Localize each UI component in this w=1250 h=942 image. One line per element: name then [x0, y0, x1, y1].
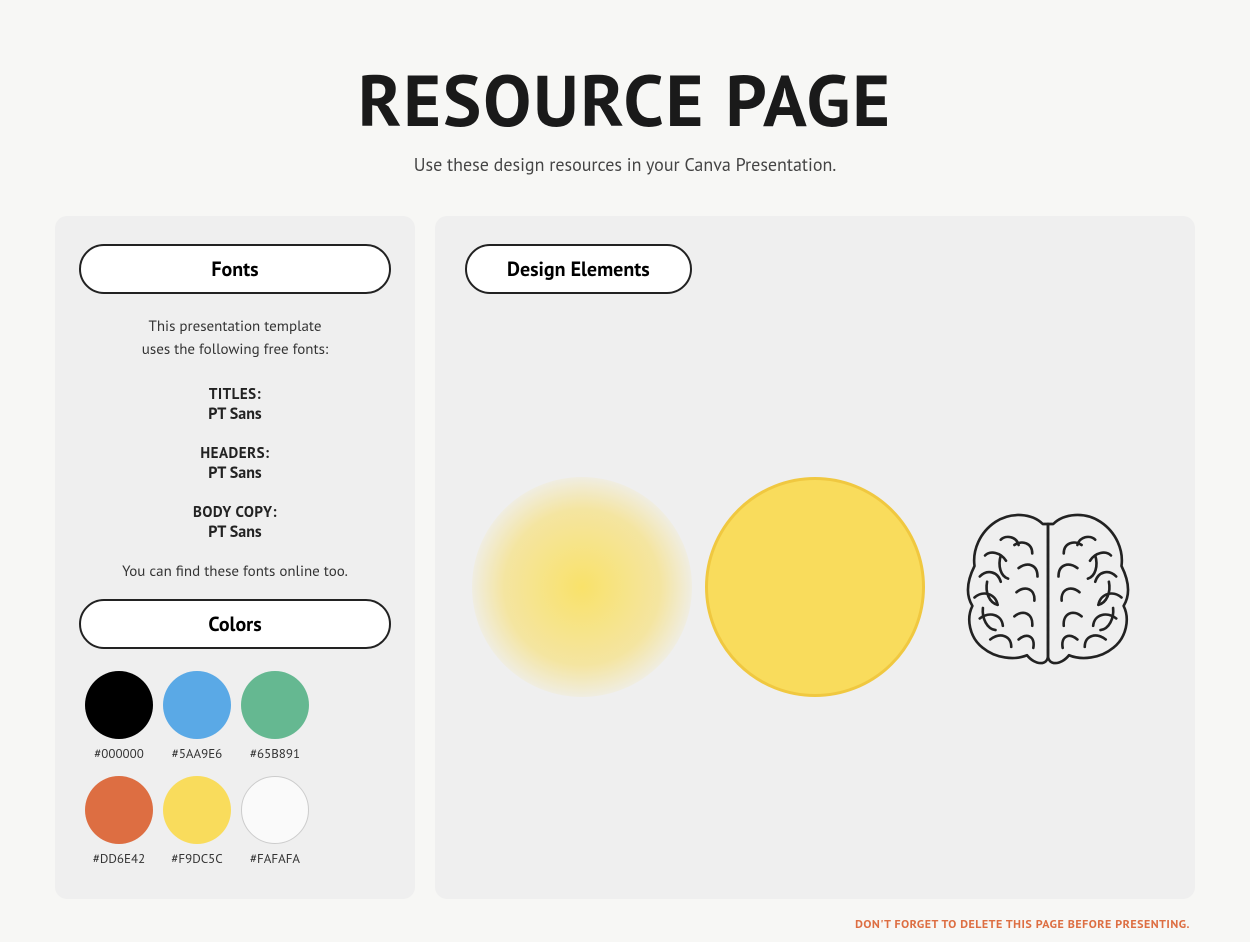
color-circle-orange	[85, 776, 153, 844]
color-item-white: #FAFAFA	[241, 776, 309, 867]
font-entry-titles: TITLES: PT Sans	[79, 385, 391, 424]
color-circle-green	[241, 671, 309, 739]
color-code-green: #65B891	[250, 745, 300, 762]
design-elements-label: Design Elements	[465, 244, 692, 294]
font-entry-headers: HEADERS: PT Sans	[79, 444, 391, 483]
brain-svg	[943, 482, 1153, 692]
font-name-headers: PT Sans	[79, 463, 391, 483]
yellow-circle-element	[705, 477, 925, 697]
font-name-titles: PT Sans	[79, 404, 391, 424]
color-item-black: #000000	[85, 671, 153, 762]
color-circle-blue	[163, 671, 231, 739]
fonts-description: This presentation template uses the foll…	[79, 316, 391, 361]
page-subtitle: Use these design resources in your Canva…	[358, 153, 892, 176]
color-circle-yellow	[163, 776, 231, 844]
font-label-titles: TITLES:	[79, 385, 391, 404]
color-item-orange: #DD6E42	[85, 776, 153, 867]
color-code-yellow: #F9DC5C	[171, 850, 222, 867]
color-circle-black	[85, 671, 153, 739]
design-elements-visual	[465, 314, 1165, 859]
color-code-white: #FAFAFA	[250, 850, 300, 867]
color-code-blue: #5AA9E6	[172, 745, 223, 762]
design-elements-panel: Design Elements	[435, 216, 1195, 899]
footer-note: DON'T FORGET TO DELETE THIS PAGE BEFORE …	[0, 899, 1250, 942]
colors-section-label: Colors	[79, 599, 391, 649]
font-name-body: PT Sans	[79, 522, 391, 542]
page-title: RESOURCE PAGE	[358, 60, 892, 139]
fonts-panel: Fonts This presentation template uses th…	[55, 216, 415, 899]
font-entry-body: BODY COPY: PT Sans	[79, 503, 391, 542]
page-header: RESOURCE PAGE Use these design resources…	[358, 60, 892, 176]
colors-grid: #000000 #5AA9E6 #65B891 #DD6E42 #F9DC5C …	[79, 671, 391, 867]
content-row: Fonts This presentation template uses th…	[55, 216, 1195, 899]
font-label-headers: HEADERS:	[79, 444, 391, 463]
color-item-yellow: #F9DC5C	[163, 776, 231, 867]
font-label-body: BODY COPY:	[79, 503, 391, 522]
color-code-orange: #DD6E42	[93, 850, 145, 867]
color-circle-white	[241, 776, 309, 844]
color-code-black: #000000	[94, 745, 144, 762]
color-item-blue: #5AA9E6	[163, 671, 231, 762]
brain-illustration	[938, 477, 1158, 697]
find-fonts-text: You can find these fonts online too.	[79, 562, 391, 581]
fonts-section-label: Fonts	[79, 244, 391, 294]
color-item-green: #65B891	[241, 671, 309, 762]
yellow-glow-element	[472, 477, 692, 697]
